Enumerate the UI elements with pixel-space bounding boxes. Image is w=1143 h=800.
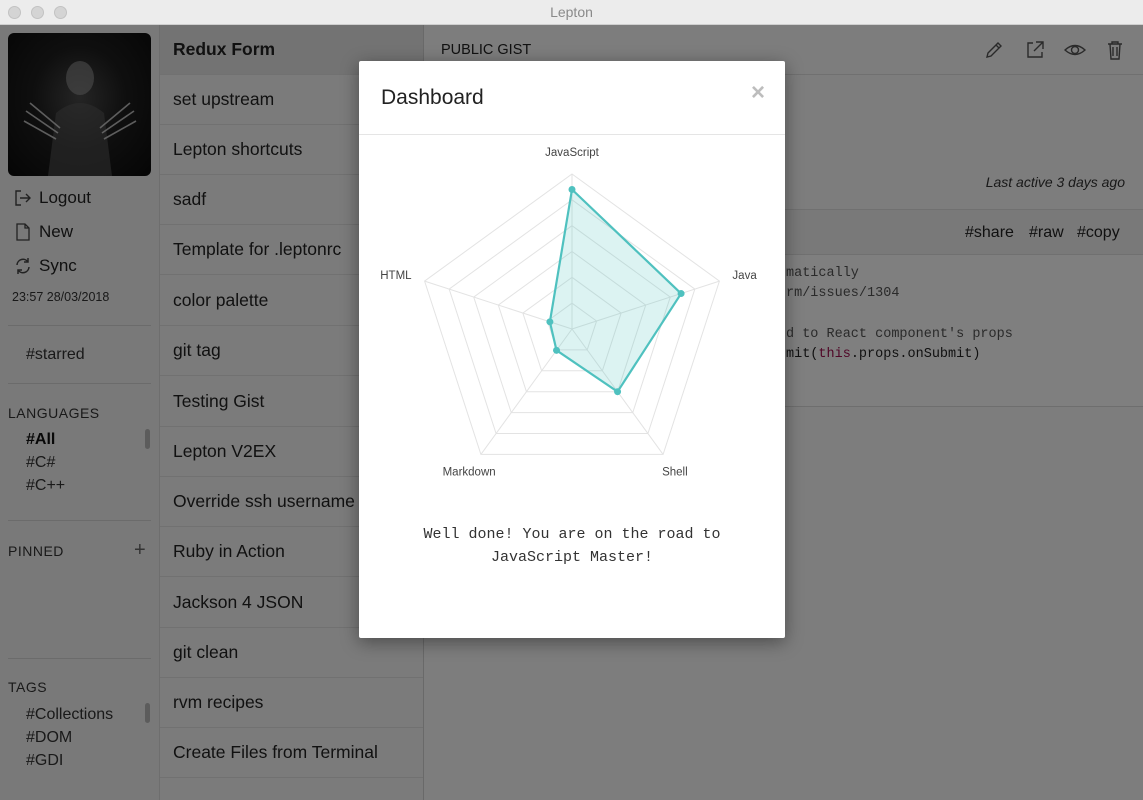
app-window: Lepton Logout <box>0 0 1143 800</box>
radar-point <box>614 388 622 396</box>
radar-point <box>568 186 576 193</box>
radar-chart: JavaScript Java Shell Markdown HTML <box>380 147 757 479</box>
radar-axis-label: Java <box>732 270 757 282</box>
dashboard-modal: Dashboard × JavaScript Java Shell Markdown H… <box>359 61 785 638</box>
radar-point <box>546 318 554 326</box>
radar-point <box>553 346 561 354</box>
window-title: Lepton <box>550 4 593 20</box>
radar-axis-label: JavaScript <box>545 147 599 159</box>
radar-axis-label: HTML <box>380 270 412 282</box>
radar-point <box>677 290 685 298</box>
radar-series-area <box>548 188 683 393</box>
dashboard-message: Well done! You are on the road to JavaSc… <box>423 526 721 566</box>
radar-axis-label: Markdown <box>443 467 496 479</box>
title-bar: Lepton <box>0 0 1143 25</box>
radar-axis-label: Shell <box>662 467 688 479</box>
